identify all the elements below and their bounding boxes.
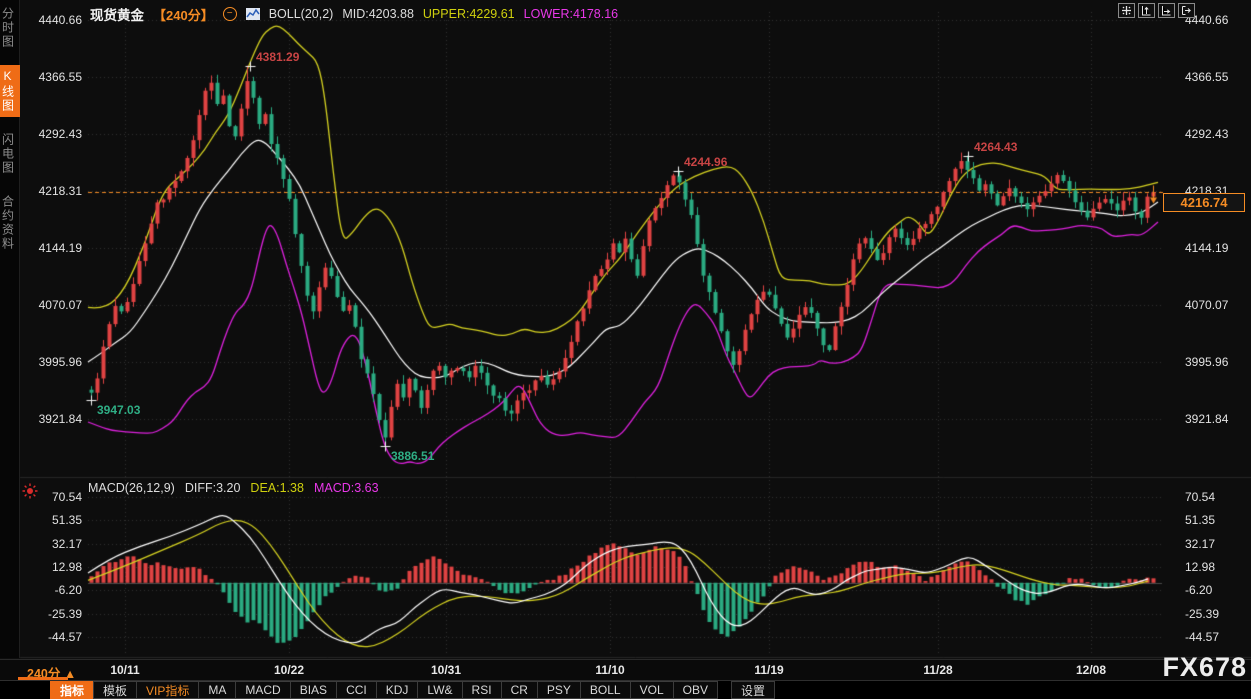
y-axis-label: 4218.31 xyxy=(20,184,82,198)
alert-icon[interactable] xyxy=(22,483,38,504)
y-axis-label: 12.98 xyxy=(1185,560,1215,574)
sidebar-tab-3[interactable]: 合约资料 xyxy=(0,191,20,255)
toolbar-button-7[interactable]: KDJ xyxy=(376,681,419,699)
chart-toolbox xyxy=(1118,3,1195,18)
mini-chart-icon xyxy=(246,8,260,20)
pan-right-icon[interactable] xyxy=(1178,3,1195,18)
chart-canvas[interactable] xyxy=(0,0,1251,699)
sidebar-tab-0[interactable]: 分时图 xyxy=(0,3,20,53)
toolbar-button-6[interactable]: CCI xyxy=(336,681,377,699)
zoom-vertical-axis-icon[interactable] xyxy=(1138,3,1155,18)
y-axis-label: 4144.19 xyxy=(20,241,82,255)
x-axis-date-label: 11/10 xyxy=(595,663,624,677)
y-axis-label: 4440.66 xyxy=(20,13,82,27)
y-axis-label: 4292.43 xyxy=(20,127,82,141)
y-axis-label: 4070.07 xyxy=(20,298,82,312)
current-price-badge: 4216.74 xyxy=(1163,193,1245,212)
macd-dea-value: DEA:1.38 xyxy=(250,481,304,495)
chart-type-sidebar: 分时图 K线图闪电图合约资料 xyxy=(0,0,20,658)
y-axis-label: -44.57 xyxy=(20,630,82,644)
x-axis-date-label: 12/08 xyxy=(1076,663,1106,677)
collapse-icon[interactable]: − xyxy=(223,7,237,21)
boll-formula: BOLL(20,2) xyxy=(269,7,334,21)
toolbar-button-8[interactable]: LW& xyxy=(417,681,462,699)
y-axis-label: 3995.96 xyxy=(20,355,82,369)
macd-formula: MACD(26,12,9) xyxy=(88,481,175,495)
period-label: 【240分】 xyxy=(153,5,214,24)
toolbar-button-11[interactable]: PSY xyxy=(537,681,581,699)
y-axis-label: 3995.96 xyxy=(1185,355,1228,369)
y-axis-label: 70.54 xyxy=(1185,490,1215,504)
toolbar-button-3[interactable]: MA xyxy=(198,681,236,699)
toolbar-button-0[interactable]: 指标 xyxy=(50,681,94,699)
x-axis-date-label: 10/11 xyxy=(110,663,139,677)
y-axis-label: 51.35 xyxy=(20,513,82,527)
y-axis-label: -6.20 xyxy=(20,583,82,597)
y-axis-label: 4292.43 xyxy=(1185,127,1228,141)
zoom-horizontal-axis-icon[interactable] xyxy=(1158,3,1175,18)
sidebar-tab-2[interactable]: 闪电图 xyxy=(0,129,20,179)
toolbar-button-2[interactable]: VIP指标 xyxy=(136,681,199,699)
toolbar-button-4[interactable]: MACD xyxy=(235,681,290,699)
symbol-name: 现货黄金 xyxy=(90,4,144,24)
y-axis-label: 4144.19 xyxy=(1185,241,1228,255)
macd-macd-value: MACD:3.63 xyxy=(314,481,379,495)
toolbar-button-12[interactable]: BOLL xyxy=(580,681,631,699)
price-low-annotation: 3886.51 xyxy=(391,449,434,463)
y-axis-label: 4070.07 xyxy=(1185,298,1228,312)
crosshair-icon[interactable] xyxy=(1118,3,1135,18)
toolbar-button-15[interactable]: 设置 xyxy=(731,681,775,699)
price-high-annotation: 4244.96 xyxy=(684,155,727,169)
macd-diff-value: DIFF:3.20 xyxy=(185,481,241,495)
x-axis-date-label: 11/19 xyxy=(754,663,783,677)
y-axis-label: 3921.84 xyxy=(1185,412,1228,426)
x-axis-date-label: 11/28 xyxy=(923,663,952,677)
boll-upper-value: UPPER:4229.61 xyxy=(423,7,515,21)
indicator-toolbar: 指标模板VIP指标MAMACDBIASCCIKDJLW&RSICRPSYBOLL… xyxy=(0,680,1251,699)
x-axis-date-label: 10/22 xyxy=(274,663,304,677)
y-axis-label: -6.20 xyxy=(1185,583,1212,597)
y-axis-label: 32.17 xyxy=(1185,537,1215,551)
toolbar-button-13[interactable]: VOL xyxy=(630,681,674,699)
price-high-annotation: 4264.43 xyxy=(974,140,1017,154)
boll-lower-value: LOWER:4178.16 xyxy=(524,7,619,21)
y-axis-label: -25.39 xyxy=(1185,607,1219,621)
price-high-annotation: 4381.29 xyxy=(256,50,299,64)
trading-app: 分时图 K线图闪电图合约资料 现货黄金 【240分】 − BOLL(20,2) M… xyxy=(0,0,1251,699)
toolbar-button-5[interactable]: BIAS xyxy=(290,681,337,699)
toolbar-button-1[interactable]: 模板 xyxy=(93,681,137,699)
y-axis-label: -25.39 xyxy=(20,607,82,621)
price-low-annotation: 3947.03 xyxy=(97,403,140,417)
y-axis-label: -44.57 xyxy=(1185,630,1219,644)
watermark: FX678 xyxy=(1162,652,1247,683)
y-axis-label: 51.35 xyxy=(1185,513,1215,527)
time-axis-row: 240分 ▲ 10/1110/2210/3111/1011/1911/2812/… xyxy=(0,659,1251,680)
y-axis-label: 32.17 xyxy=(20,537,82,551)
y-axis-label: 4366.55 xyxy=(1185,70,1228,84)
macd-header: MACD(26,12,9) DIFF:3.20 DEA:1.38 MACD:3.… xyxy=(88,481,379,495)
x-axis-date-label: 10/31 xyxy=(431,663,461,677)
y-axis-label: 3921.84 xyxy=(20,412,82,426)
y-axis-label: 12.98 xyxy=(20,560,82,574)
y-axis-label: 4366.55 xyxy=(20,70,82,84)
sidebar-tab-1[interactable]: K线图 xyxy=(0,65,20,117)
toolbar-button-9[interactable]: RSI xyxy=(462,681,502,699)
boll-mid-value: MID:4203.88 xyxy=(342,7,414,21)
chart-header: 现货黄金 【240分】 − BOLL(20,2) MID:4203.88 UPP… xyxy=(90,4,618,24)
toolbar-button-10[interactable]: CR xyxy=(501,681,538,699)
toolbar-button-14[interactable]: OBV xyxy=(673,681,718,699)
